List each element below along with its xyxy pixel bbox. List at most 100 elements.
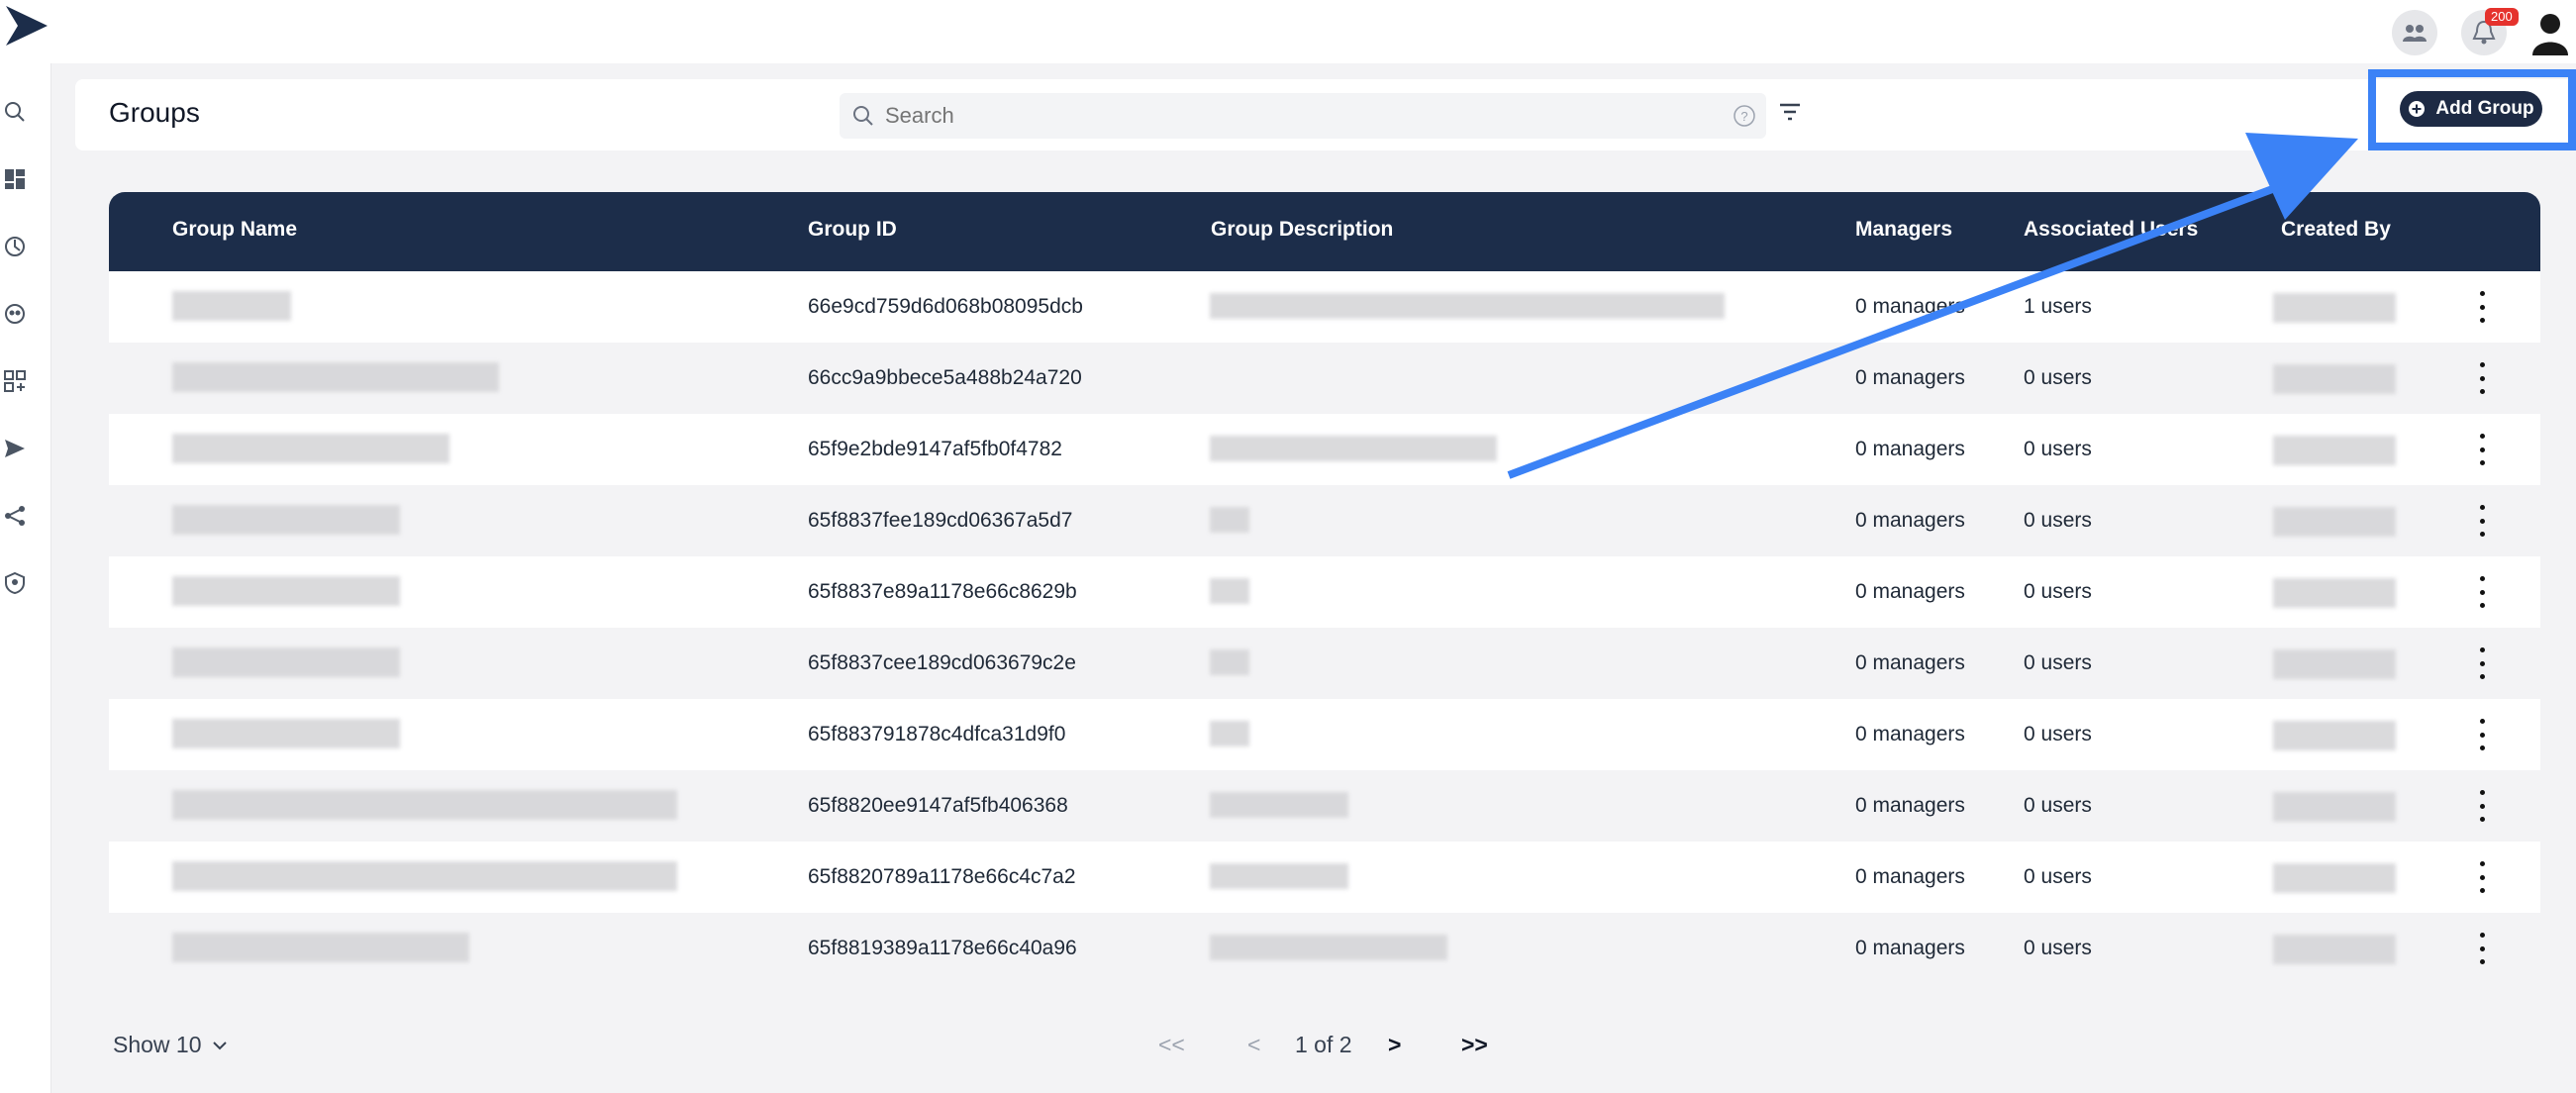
group-description-redacted xyxy=(1210,863,1348,889)
created-by-redacted xyxy=(2273,436,2396,465)
search-box[interactable]: ? xyxy=(840,93,1766,139)
users-cell: 0 users xyxy=(2024,509,2092,532)
sidebar-analytics-icon[interactable] xyxy=(2,234,28,259)
group-name-redacted xyxy=(172,933,469,962)
group-description-redacted xyxy=(1210,507,1249,533)
managers-cell: 0 managers xyxy=(1855,651,1965,674)
first-page-button[interactable]: << xyxy=(1158,1032,1185,1058)
group-description-redacted xyxy=(1210,578,1249,604)
table-row[interactable]: 65f8820789a1178e66c4c7a2 0 managers 0 user… xyxy=(109,842,2540,913)
sidebar-security-icon[interactable] xyxy=(2,570,28,596)
table-row[interactable]: 65f8837e89a1178e66c8629b 0 managers 0 user… xyxy=(109,556,2540,628)
col-associated-users[interactable]: Associated Users xyxy=(2024,218,2198,242)
table-row[interactable]: 66e9cd759d6d068b08095dcb 0 managers 1 user… xyxy=(109,271,2540,343)
managers-cell: 0 managers xyxy=(1855,509,1965,532)
table-row[interactable]: 65f8837cee189cd063679c2e 0 managers 0 user… xyxy=(109,628,2540,699)
managers-cell: 0 managers xyxy=(1855,438,1965,460)
notifications-button[interactable]: 200 xyxy=(2461,8,2519,55)
group-description-redacted xyxy=(1210,436,1497,461)
table-row[interactable]: 65f8820ee9147af5fb406368 0 managers 0 user… xyxy=(109,770,2540,842)
group-name-redacted xyxy=(172,576,400,606)
top-bar: 200 xyxy=(0,0,2576,63)
help-icon[interactable]: ? xyxy=(1733,104,1756,133)
group-name-redacted xyxy=(172,719,400,748)
table-row[interactable]: 65f8837fee189cd06367a5d7 0 managers 0 user… xyxy=(109,485,2540,556)
users-cell: 0 users xyxy=(2024,794,2092,817)
users-cell: 0 users xyxy=(2024,438,2092,460)
group-id-cell: 65f8820ee9147af5fb406368 xyxy=(808,794,1068,817)
managers-cell: 0 managers xyxy=(1855,580,1965,603)
group-name-redacted xyxy=(172,790,677,820)
highlight-box xyxy=(2368,69,2576,150)
table-header: Group Name Group ID Group Description Ma… xyxy=(109,192,2540,271)
filter-icon[interactable] xyxy=(1778,101,1802,128)
col-created-by[interactable]: Created By xyxy=(2281,218,2391,242)
users-cell: 0 users xyxy=(2024,580,2092,603)
row-menu-icon[interactable] xyxy=(2475,362,2489,394)
next-page-button[interactable]: > xyxy=(1388,1032,1401,1058)
group-id-cell: 65f8837cee189cd063679c2e xyxy=(808,651,1076,674)
table-row[interactable]: 65f9e2bde9147af5fb0f4782 0 managers 0 user… xyxy=(109,414,2540,485)
created-by-redacted xyxy=(2273,935,2396,964)
row-menu-icon[interactable] xyxy=(2475,576,2489,608)
sidebar-send-icon[interactable] xyxy=(2,436,28,461)
row-menu-icon[interactable] xyxy=(2475,505,2489,537)
notification-badge: 200 xyxy=(2485,8,2519,26)
sidebar-dashboard-icon[interactable] xyxy=(2,166,28,192)
group-description-redacted xyxy=(1210,721,1249,746)
team-icon[interactable] xyxy=(2392,10,2437,55)
managers-cell: 0 managers xyxy=(1855,723,1965,745)
created-by-redacted xyxy=(2273,578,2396,608)
col-group-id[interactable]: Group ID xyxy=(808,218,897,242)
managers-cell: 0 managers xyxy=(1855,865,1965,888)
group-id-cell: 65f8820789a1178e66c4c7a2 xyxy=(808,865,1076,888)
group-id-cell: 65f8819389a1178e66c40a96 xyxy=(808,937,1077,959)
users-cell: 0 users xyxy=(2024,937,2092,959)
group-name-redacted xyxy=(172,861,677,891)
table-row[interactable]: 65f8819389a1178e66c40a96 0 managers 0 user… xyxy=(109,913,2540,984)
row-menu-icon[interactable] xyxy=(2475,790,2489,822)
row-menu-icon[interactable] xyxy=(2475,647,2489,679)
chevron-down-icon xyxy=(212,1041,227,1049)
users-cell: 0 users xyxy=(2024,723,2092,745)
search-input[interactable] xyxy=(885,93,1697,139)
sidebar-search-icon[interactable] xyxy=(2,99,28,125)
row-menu-icon[interactable] xyxy=(2475,861,2489,893)
users-cell: 0 users xyxy=(2024,865,2092,888)
search-icon xyxy=(851,104,875,133)
col-group-name[interactable]: Group Name xyxy=(172,218,297,242)
row-menu-icon[interactable] xyxy=(2475,434,2489,465)
last-page-button[interactable]: >> xyxy=(1461,1032,1488,1058)
prev-page-button[interactable]: < xyxy=(1247,1032,1260,1058)
managers-cell: 0 managers xyxy=(1855,937,1965,959)
row-menu-icon[interactable] xyxy=(2475,719,2489,750)
group-id-cell: 65f883791878c4dfca31d9f0 xyxy=(808,723,1066,745)
created-by-redacted xyxy=(2273,649,2396,679)
table-row[interactable]: 65f883791878c4dfca31d9f0 0 managers 0 user… xyxy=(109,699,2540,770)
created-by-redacted xyxy=(2273,721,2396,750)
sidebar-share-icon[interactable] xyxy=(2,503,28,529)
group-id-cell: 65f8837e89a1178e66c8629b xyxy=(808,580,1077,603)
users-cell: 1 users xyxy=(2024,295,2092,318)
page-title: Groups xyxy=(109,97,200,128)
row-menu-icon[interactable] xyxy=(2475,291,2489,323)
groups-table: Group Name Group ID Group Description Ma… xyxy=(109,192,2540,984)
managers-cell: 0 managers xyxy=(1855,366,1965,389)
group-name-redacted xyxy=(172,434,449,463)
row-menu-icon[interactable] xyxy=(2475,933,2489,964)
group-id-cell: 66cc9a9bbece5a488b24a720 xyxy=(808,366,1082,389)
col-group-description[interactable]: Group Description xyxy=(1211,218,1393,242)
sidebar-apps-icon[interactable] xyxy=(2,368,28,394)
page-size-select[interactable]: Show 10 xyxy=(113,1032,228,1058)
app-logo-icon[interactable] xyxy=(2,2,50,50)
group-description-redacted xyxy=(1210,935,1447,960)
group-id-cell: 65f9e2bde9147af5fb0f4782 xyxy=(808,438,1062,460)
sidebar-groups-icon[interactable] xyxy=(2,301,28,327)
user-avatar-icon[interactable] xyxy=(2530,10,2576,55)
managers-cell: 0 managers xyxy=(1855,295,1965,318)
table-row[interactable]: 66cc9a9bbece5a488b24a720 0 managers 0 user… xyxy=(109,343,2540,414)
col-managers[interactable]: Managers xyxy=(1855,218,1952,242)
managers-cell: 0 managers xyxy=(1855,794,1965,817)
created-by-redacted xyxy=(2273,792,2396,822)
created-by-redacted xyxy=(2273,507,2396,537)
